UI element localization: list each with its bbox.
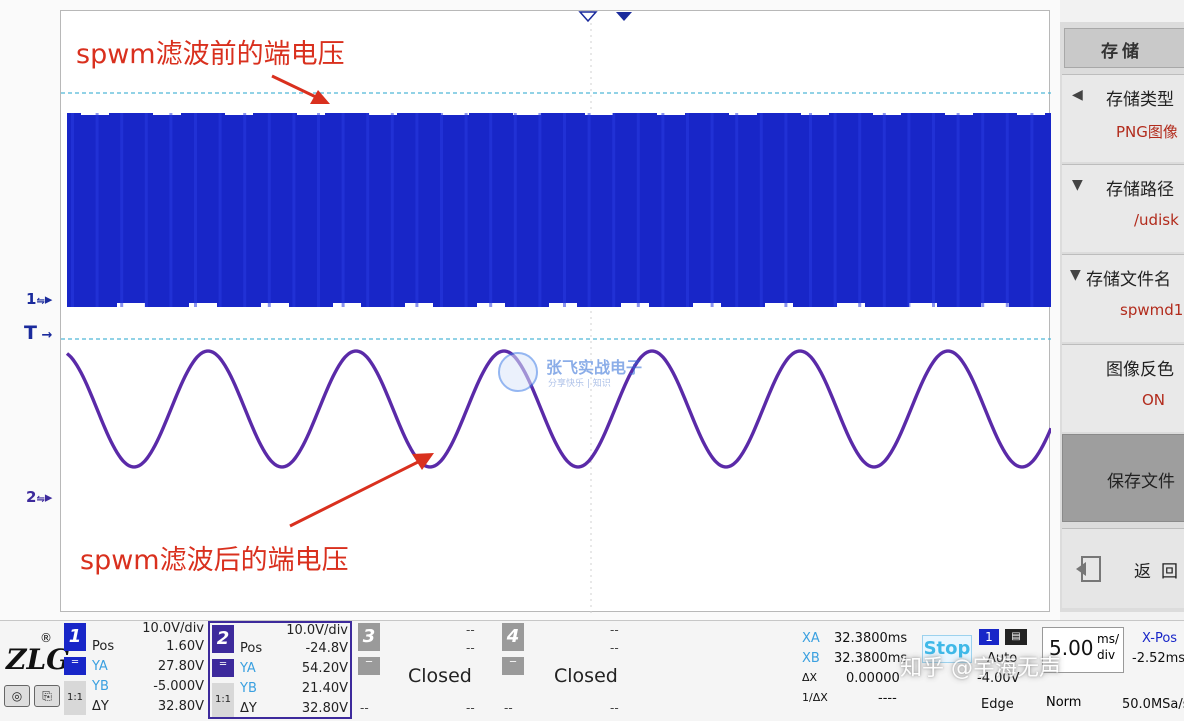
ch2-info-panel[interactable]: 2 10.0V/div Pos -24.8V ═ YA 54.20V YB 21.40… xyxy=(208,621,352,719)
arrow-bottom-head xyxy=(412,453,434,470)
arrow-top-line xyxy=(271,74,319,100)
ch2-dy-label: ΔY xyxy=(240,701,257,716)
ch4-coupling-icon: ─ xyxy=(502,657,524,675)
cursor-readout[interactable]: XA 32.3800ms XB 32.3800ms ΔX 0.00000 1/Δ… xyxy=(798,625,916,717)
ch3-dash: -- xyxy=(466,701,475,715)
ch2-badge: 2 xyxy=(212,625,234,653)
storage-menu: 存储 ◀ 存储类型 PNG图像 ▼ 存储路径 /udisk ▼ 存储文件名 sp… xyxy=(1060,22,1184,612)
cursor-xb-label: XB xyxy=(802,651,820,666)
ch3-dash: -- xyxy=(466,641,475,655)
cursor-xa-label: XA xyxy=(802,631,820,646)
watermark-subtitle: 分享快乐 | 知识 xyxy=(548,379,611,389)
ch4-info-panel[interactable]: 4 -- -- ─ Closed -- -- xyxy=(500,621,640,719)
ch2-coupling-icon: ═ xyxy=(212,659,234,677)
cursor-inv-label: 1/ΔX xyxy=(802,691,828,704)
trigger-source-badge: 1 xyxy=(979,629,999,645)
watermark-logo: 张飞实战电子 分享快乐 | 知识 xyxy=(498,352,688,394)
save-file-label: 保存文件 xyxy=(1107,472,1175,492)
cursor-dx-label: ΔX xyxy=(802,671,818,684)
cursor-xa-value: 32.3800ms xyxy=(834,631,908,646)
ch3-dash: -- xyxy=(466,623,475,637)
ch1-volts-div: 10.0V/div xyxy=(142,621,204,636)
save-file-button[interactable]: 保存文件 xyxy=(1062,434,1184,522)
ch2-yb-value: 21.40V xyxy=(301,681,348,696)
menu-item-label: 图像反色 xyxy=(1106,360,1174,380)
ch2-pos-label: Pos xyxy=(240,641,263,656)
back-button[interactable]: 返回 xyxy=(1062,528,1184,608)
ch4-status: Closed xyxy=(554,665,618,687)
ch4-dash: -- xyxy=(610,641,619,655)
ch2-yb-label: YB xyxy=(240,681,257,696)
ch1-pos-label: Pos xyxy=(92,639,115,654)
back-arrow-icon xyxy=(1076,556,1101,582)
zlg-logo: ZLG xyxy=(6,643,71,676)
trigger-type: Edge xyxy=(981,697,1014,712)
ch3-info-panel[interactable]: 3 -- -- ─ Closed -- -- xyxy=(356,621,496,719)
xpos-panel[interactable]: X-Pos -2.52ms 50.0MSa/s xyxy=(1122,627,1184,717)
ch2-ya-label: YA xyxy=(240,661,256,676)
ch1-dy-label: ΔY xyxy=(92,699,109,714)
watermark-title: 张飞实战电子 xyxy=(546,358,643,377)
ch2-probe-ratio: 1:1 xyxy=(212,683,234,717)
cursor-xb-value: 32.3800ms xyxy=(834,651,908,666)
ch3-dash: -- xyxy=(360,701,369,715)
ch1-info-panel[interactable]: 1 10.0V/div Pos 1.60V ═ YA 27.80V YB -5.000… xyxy=(62,621,206,719)
back-label: 返回 xyxy=(1134,562,1184,582)
ch1-badge: 1 xyxy=(64,623,86,651)
arrow-bottom-line xyxy=(289,458,423,528)
screenshot-icon[interactable]: ⎘ xyxy=(34,685,60,707)
ch2-pos-value: -24.8V xyxy=(305,641,348,656)
chevron-down-icon: ▼ xyxy=(1070,267,1081,283)
menu-item-label: 存储类型 xyxy=(1106,90,1174,110)
scope-display: 1⇋▸ T → 2⇋▸ spwm滤波前的端电压 spwm滤波后的端电压 张飞实战… xyxy=(0,0,1060,620)
registered-icon: ® xyxy=(40,631,52,645)
annotation-arrows xyxy=(271,74,434,528)
ch1-probe-ratio: 1:1 xyxy=(64,681,86,715)
ch1-coupling-icon: ═ xyxy=(64,657,86,675)
menu-item-value: spwmd1 xyxy=(1120,301,1184,319)
acquisition-mode: Norm xyxy=(1046,695,1082,710)
menu-item-label: 存储文件名 xyxy=(1086,270,1171,290)
ch1-ya-label: YA xyxy=(92,659,108,674)
xpos-label: X-Pos xyxy=(1142,631,1178,646)
sample-rate: 50.0MSa/s xyxy=(1122,697,1184,712)
watermark-avatar-icon xyxy=(498,352,538,392)
menu-item-storage-path[interactable]: ▼ 存储路径 /udisk xyxy=(1062,164,1184,252)
site-watermark: 知乎 @宇海无声 xyxy=(900,656,1061,681)
cursor-inv-value: ---- xyxy=(878,691,897,706)
ch2-volts-div: 10.0V/div xyxy=(286,623,348,638)
ch3-coupling-icon: ─ xyxy=(358,657,380,675)
ch3-status: Closed xyxy=(408,665,472,687)
ch1-pos-value: 1.60V xyxy=(166,639,204,654)
ch4-dash: -- xyxy=(504,701,513,715)
timebase-unit-top: ms/ xyxy=(1097,632,1119,646)
trigger-coupling-icon: ▤ xyxy=(1005,629,1027,645)
ch2-dy-value: 32.80V xyxy=(301,701,348,716)
ch4-badge: 4 xyxy=(502,623,524,651)
ch1-ya-value: 27.80V xyxy=(157,659,204,674)
menu-item-storage-type[interactable]: ◀ 存储类型 PNG图像 xyxy=(1062,74,1184,162)
menu-item-value: PNG图像 xyxy=(1116,123,1178,141)
menu-item-invert-image[interactable]: 图像反色 ON xyxy=(1062,344,1184,432)
chevron-left-icon: ◀ xyxy=(1072,87,1083,103)
xpos-value: -2.52ms xyxy=(1132,651,1184,666)
timebase-unit-bottom: div xyxy=(1097,648,1116,662)
menu-item-value: /udisk xyxy=(1134,211,1179,229)
ch1-yb-label: YB xyxy=(92,679,109,694)
menu-header: 存储 xyxy=(1064,28,1184,68)
cursor-dx-value: 0.00000 xyxy=(846,671,900,686)
ch2-ya-value: 54.20V xyxy=(301,661,348,676)
ch4-dash: -- xyxy=(610,701,619,715)
ch4-dash: -- xyxy=(610,623,619,637)
menu-item-value: ON xyxy=(1142,391,1166,409)
ch1-dy-value: 32.80V xyxy=(157,699,204,714)
touch-lock-icon[interactable]: ◎ xyxy=(4,685,30,707)
chevron-down-icon: ▼ xyxy=(1072,177,1083,193)
ch3-badge: 3 xyxy=(358,623,380,651)
menu-item-label: 存储路径 xyxy=(1106,180,1174,200)
ch1-yb-value: -5.000V xyxy=(153,679,204,694)
menu-item-file-name[interactable]: ▼ 存储文件名 spwmd1 xyxy=(1062,254,1184,342)
